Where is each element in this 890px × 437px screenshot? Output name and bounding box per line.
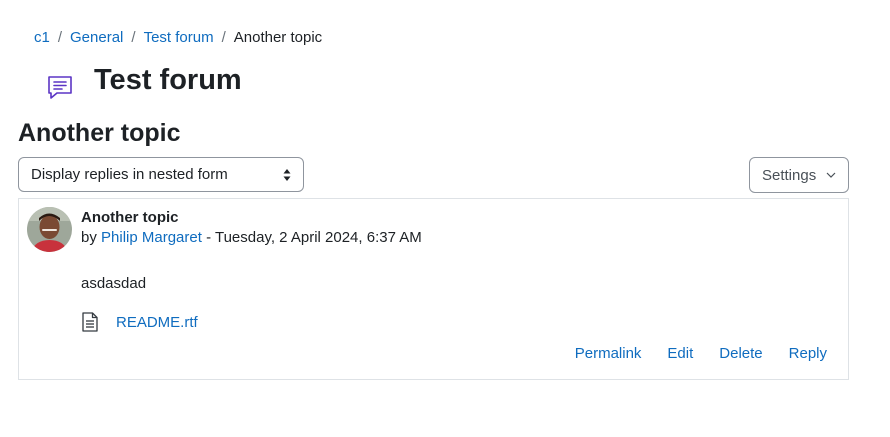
display-mode-select[interactable]: Display replies in nested form: [18, 157, 304, 192]
attachment-link[interactable]: README.rtf: [116, 314, 198, 331]
forum-post: Another topic by Philip Margaret - Tuesd…: [18, 198, 849, 380]
breadcrumb-link-general[interactable]: General: [70, 29, 123, 47]
select-arrows-icon: [283, 168, 291, 181]
reply-link[interactable]: Reply: [789, 345, 827, 362]
settings-dropdown-button[interactable]: Settings: [749, 157, 849, 193]
permalink-link[interactable]: Permalink: [575, 345, 642, 362]
chevron-down-icon: [826, 172, 836, 178]
post-byline: by Philip Margaret - Tuesday, 2 April 20…: [81, 229, 422, 247]
breadcrumb-current: Another topic: [233, 29, 323, 46]
breadcrumb-separator: /: [57, 29, 63, 46]
display-mode-value: Display replies in nested form: [31, 166, 228, 183]
post-actions: Permalink Edit Delete Reply: [549, 345, 827, 362]
post-body: asdasdad: [81, 275, 147, 292]
breadcrumb: c1 / General / Test forum / Another topi…: [34, 29, 322, 47]
page-title: Test forum: [94, 64, 242, 96]
discussion-title: Another topic: [18, 119, 181, 147]
breadcrumb-link-test-forum[interactable]: Test forum: [144, 29, 214, 47]
document-file-icon: [82, 312, 98, 332]
breadcrumb-separator: /: [221, 29, 226, 46]
author-avatar[interactable]: [27, 207, 72, 252]
post-date: - Tuesday, 2 April 2024, 6:37 AM: [206, 229, 422, 246]
author-link[interactable]: Philip Margaret: [101, 229, 202, 246]
forum-speech-bubble-icon: [48, 76, 72, 99]
edit-link[interactable]: Edit: [667, 345, 693, 362]
breadcrumb-link-c1[interactable]: c1: [34, 29, 50, 47]
delete-link[interactable]: Delete: [719, 345, 762, 362]
post-subject: Another topic: [81, 209, 179, 226]
breadcrumb-separator: /: [131, 29, 136, 46]
attachment: README.rtf: [81, 312, 198, 332]
settings-label: Settings: [762, 166, 817, 184]
byline-prefix: by: [81, 229, 97, 246]
